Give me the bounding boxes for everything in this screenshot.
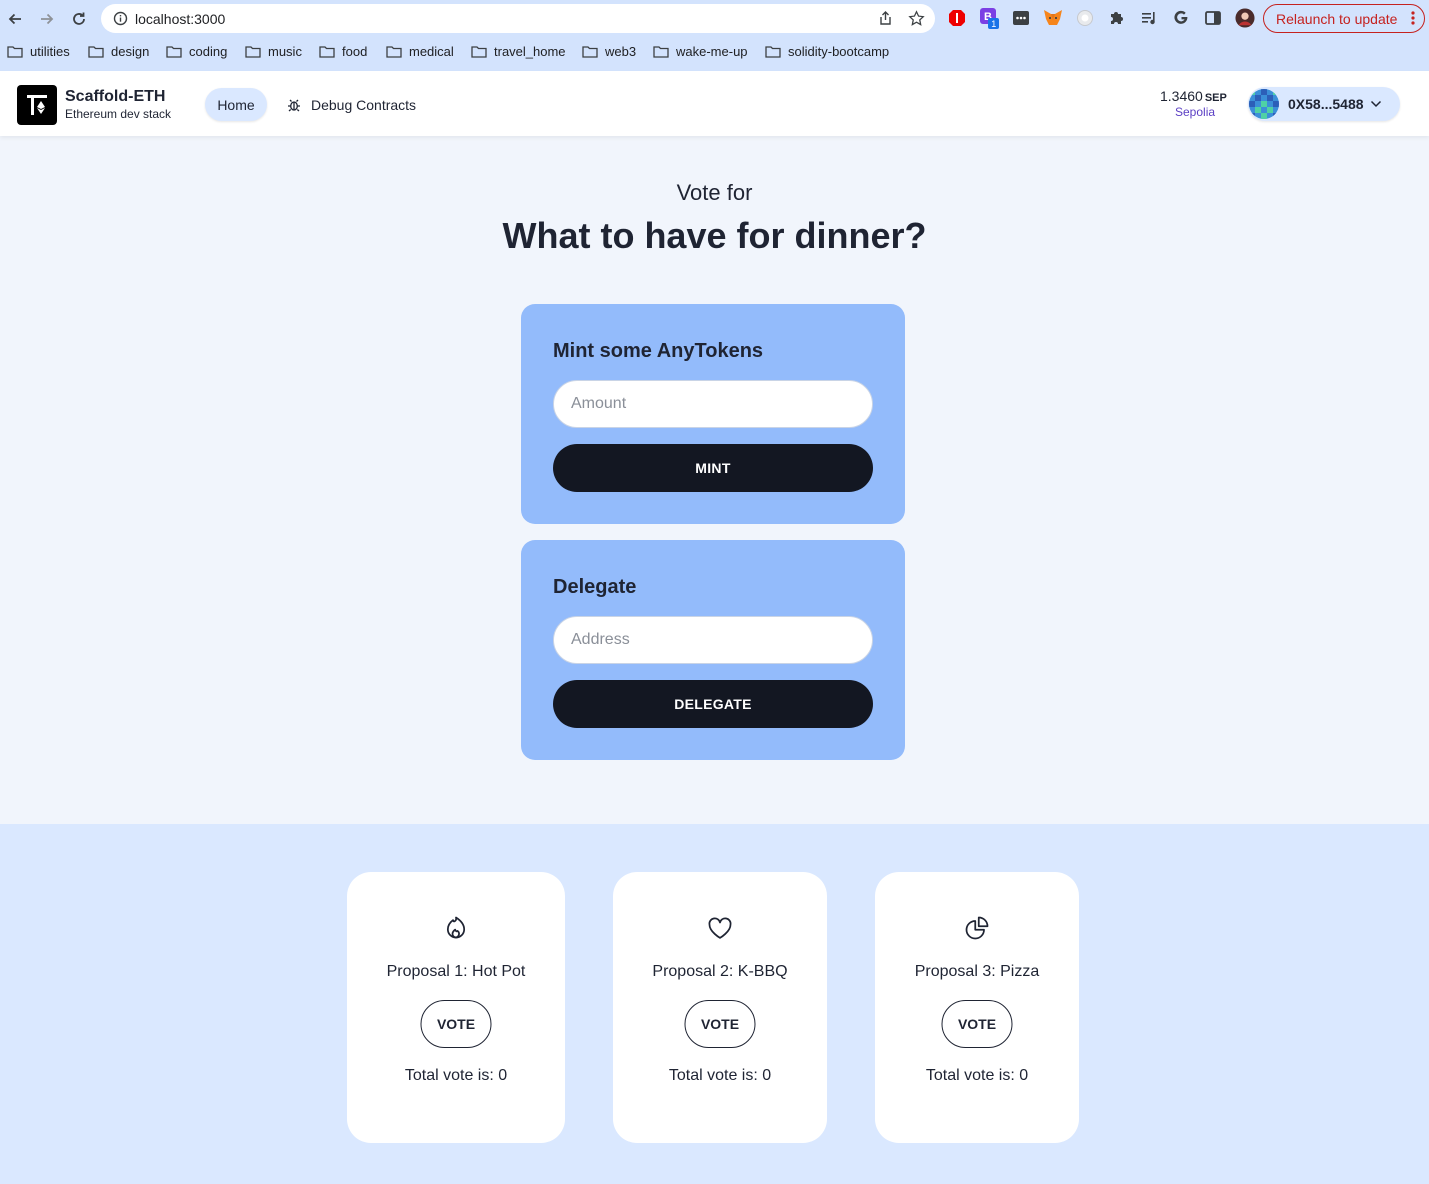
bookmark-folder[interactable]: web3 bbox=[582, 44, 636, 59]
folder-icon bbox=[166, 46, 182, 58]
folder-icon bbox=[582, 46, 598, 58]
folder-icon bbox=[88, 46, 104, 58]
proposal-card: Proposal 1: Hot Pot VOTE Total vote is: … bbox=[347, 872, 565, 1143]
folder-icon bbox=[7, 46, 23, 58]
back-icon[interactable] bbox=[4, 8, 26, 30]
reload-icon[interactable] bbox=[68, 8, 90, 30]
brand-subtitle: Ethereum dev stack bbox=[65, 107, 172, 121]
vote-button[interactable]: VOTE bbox=[684, 1000, 756, 1048]
bookmark-folder[interactable]: medical bbox=[386, 44, 454, 59]
bookmark-label: food bbox=[342, 44, 368, 59]
bookmark-label: design bbox=[111, 44, 150, 59]
bookmark-label: solidity-bootcamp bbox=[788, 44, 890, 59]
account-address: 0X58...5488 bbox=[1288, 96, 1364, 112]
vote-button[interactable]: VOTE bbox=[941, 1000, 1013, 1048]
site-info-icon[interactable] bbox=[113, 11, 128, 26]
bookmarks-bar: utilities design coding music food medic… bbox=[0, 40, 1429, 66]
extension-circle-icon[interactable] bbox=[1075, 8, 1095, 28]
amount-input[interactable] bbox=[553, 380, 873, 428]
extensions-puzzle-icon[interactable] bbox=[1107, 8, 1127, 28]
bookmark-folder[interactable]: solidity-bootcamp bbox=[765, 44, 889, 59]
nav-debug-label: Debug Contracts bbox=[311, 96, 417, 113]
bookmark-folder[interactable]: travel_home bbox=[471, 44, 566, 59]
bookmark-label: coding bbox=[189, 44, 228, 59]
browser-toolbar: localhost:3000 B1 Relaunch to update bbox=[0, 0, 1429, 38]
url-text[interactable]: localhost:3000 bbox=[135, 11, 225, 27]
heart-icon bbox=[706, 914, 734, 942]
relaunch-label: Relaunch to update bbox=[1276, 10, 1398, 27]
wallet-balance: 1.3460 SEP bbox=[1160, 88, 1227, 104]
vote-button[interactable]: VOTE bbox=[420, 1000, 492, 1048]
bookmark-folder[interactable]: design bbox=[88, 44, 149, 59]
extension-dots-icon[interactable] bbox=[1011, 8, 1031, 28]
folder-icon bbox=[245, 46, 261, 58]
media-queue-icon[interactable] bbox=[1139, 8, 1159, 28]
share-icon[interactable] bbox=[878, 11, 893, 31]
proposal-name: Proposal 3: Pizza bbox=[914, 963, 1040, 980]
proposal-name: Proposal 1: Hot Pot bbox=[386, 963, 526, 980]
profile-avatar-icon[interactable] bbox=[1235, 8, 1255, 28]
delegate-card-title: Delegate bbox=[553, 576, 637, 598]
folder-icon bbox=[653, 46, 669, 58]
mint-button[interactable]: MINT bbox=[553, 444, 873, 492]
forward-icon[interactable] bbox=[36, 8, 58, 30]
address-bar[interactable]: localhost:3000 bbox=[101, 4, 935, 33]
folder-icon bbox=[765, 46, 781, 58]
account-dropdown-button[interactable]: 0X58...5488 bbox=[1248, 87, 1400, 121]
bookmark-label: medical bbox=[409, 44, 454, 59]
proposal-card: Proposal 2: K-BBQ VOTE Total vote is: 0 bbox=[613, 872, 827, 1143]
bookmark-label: web3 bbox=[605, 44, 637, 59]
address-input[interactable] bbox=[553, 616, 873, 664]
proposal-name: Proposal 2: K-BBQ bbox=[652, 963, 788, 980]
svg-text:1: 1 bbox=[991, 19, 996, 29]
extension-bookmarks-icon[interactable]: B1 bbox=[979, 8, 999, 29]
proposal-total-votes: Total vote is: 0 bbox=[925, 1067, 1029, 1084]
nav-debug-contracts-link[interactable]: Debug Contracts bbox=[287, 88, 416, 121]
proposal-total-votes: Total vote is: 0 bbox=[404, 1067, 508, 1084]
folder-icon bbox=[319, 46, 335, 58]
balance-unit: SEP bbox=[1204, 92, 1227, 104]
proposal-card: Proposal 3: Pizza VOTE Total vote is: 0 bbox=[875, 872, 1079, 1143]
bookmark-label: music bbox=[268, 44, 302, 59]
extension-adblock-icon[interactable] bbox=[947, 8, 967, 28]
folder-icon bbox=[386, 46, 402, 58]
proposals-section: Proposal 1: Hot Pot VOTE Total vote is: … bbox=[0, 824, 1429, 1184]
folder-icon bbox=[471, 46, 487, 58]
bookmark-folder[interactable]: music bbox=[245, 44, 302, 59]
vote-for-label: Vote for bbox=[676, 180, 753, 205]
bookmark-folder[interactable]: food bbox=[319, 44, 367, 59]
metamask-fox-icon[interactable] bbox=[1043, 8, 1063, 28]
proposal-total-votes: Total vote is: 0 bbox=[668, 1067, 772, 1084]
brand-title: Scaffold-ETH bbox=[65, 88, 166, 105]
bookmark-folder[interactable]: coding bbox=[166, 44, 227, 59]
page-title: What to have for dinner? bbox=[502, 215, 927, 256]
mint-card: Mint some AnyTokens MINT bbox=[521, 304, 905, 524]
relaunch-update-button[interactable]: Relaunch to update bbox=[1263, 4, 1425, 33]
bookmark-folder[interactable]: wake-me-up bbox=[653, 44, 748, 59]
more-vertical-icon[interactable] bbox=[1411, 10, 1415, 29]
app-header: Scaffold-ETH Ethereum dev stack Home Deb… bbox=[0, 71, 1429, 136]
bookmark-label: wake-me-up bbox=[676, 44, 748, 59]
delegate-button[interactable]: DELEGATE bbox=[553, 680, 873, 728]
scaffold-eth-logo-icon[interactable] bbox=[17, 85, 57, 125]
side-panel-icon[interactable] bbox=[1203, 8, 1223, 28]
blockie-avatar bbox=[1249, 89, 1279, 119]
google-g-icon[interactable] bbox=[1171, 8, 1191, 28]
bug-icon bbox=[288, 99, 300, 111]
network-name: Sepolia bbox=[1175, 105, 1216, 119]
mint-card-title: Mint some AnyTokens bbox=[553, 340, 764, 362]
pie-chart-icon bbox=[963, 914, 991, 942]
fire-icon bbox=[442, 914, 470, 942]
balance-value: 1.3460 bbox=[1160, 88, 1203, 104]
nav-home-link[interactable]: Home bbox=[205, 88, 267, 121]
bookmark-folder[interactable]: utilities bbox=[7, 44, 70, 59]
delegate-card: Delegate DELEGATE bbox=[521, 540, 905, 760]
bookmark-label: travel_home bbox=[494, 44, 566, 59]
chevron-down-icon bbox=[1370, 95, 1382, 113]
browser-chrome: localhost:3000 B1 Relaunch to update uti… bbox=[0, 0, 1429, 71]
bookmark-star-icon[interactable] bbox=[908, 10, 925, 32]
bookmark-label: utilities bbox=[30, 44, 70, 59]
